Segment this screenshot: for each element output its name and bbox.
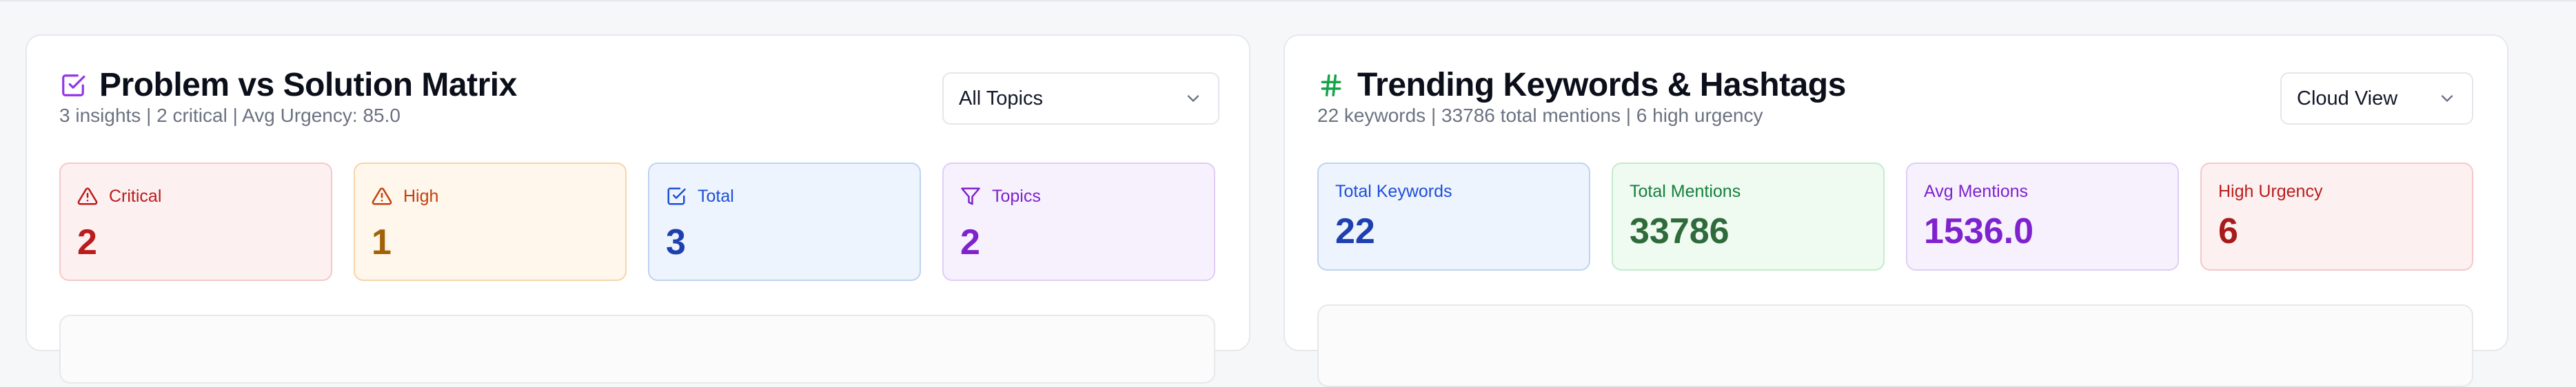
stat-value: 33786 (1630, 211, 1730, 251)
filter-icon (960, 186, 981, 207)
panel-subtitle: 22 keywords | 33786 total mentions | 6 h… (1317, 105, 1763, 126)
checkbox-icon (59, 72, 87, 99)
previous-card-edge (52, 0, 2527, 1)
stat-card-topics: Topics 2 (942, 163, 1215, 281)
top-divider (0, 0, 2576, 1)
checkbox-icon (666, 186, 687, 207)
stat-card-total-keywords: Total Keywords 22 (1317, 163, 1590, 271)
stat-label: Avg Mentions (1924, 182, 2029, 201)
panel-title: Problem vs Solution Matrix (99, 67, 517, 103)
stat-label: Topics (992, 186, 1041, 206)
panel-header: Trending Keywords & Hashtags (1317, 66, 1846, 105)
stat-card-high-urgency: High Urgency 6 (2200, 163, 2473, 271)
view-mode-value: Cloud View (2297, 87, 2398, 109)
stat-value: 2 (960, 222, 980, 262)
stat-value: 22 (1335, 211, 1375, 251)
chevron-down-icon (2437, 89, 2457, 108)
alert-triangle-icon (372, 186, 392, 207)
chevron-down-icon (1184, 89, 1203, 108)
stat-card-high: High 1 (354, 163, 627, 281)
stat-card-avg-mentions: Avg Mentions 1536.0 (1906, 163, 2179, 271)
stat-value: 2 (77, 222, 97, 262)
stat-label: Total Mentions (1630, 182, 1741, 201)
view-mode-select[interactable]: Cloud View (2280, 72, 2473, 125)
trending-keywords-panel: Trending Keywords & Hashtags 22 keywords… (1284, 34, 2508, 387)
hash-icon (1317, 72, 1345, 99)
stat-card-total-mentions: Total Mentions 33786 (1612, 163, 1885, 271)
panel-title: Trending Keywords & Hashtags (1357, 67, 1846, 103)
topic-filter-value: All Topics (959, 87, 1043, 109)
stat-label: Critical (109, 186, 162, 206)
stat-label: High Urgency (2218, 182, 2323, 201)
stat-label: Total Keywords (1335, 182, 1452, 201)
problem-solution-matrix-panel: Problem vs Solution Matrix 3 insights | … (26, 34, 1250, 384)
topic-filter-select[interactable]: All Topics (942, 72, 1219, 125)
stat-value: 1536.0 (1924, 211, 2034, 251)
stat-label: High (403, 186, 439, 206)
panel-header: Problem vs Solution Matrix (59, 66, 517, 105)
panel-subtitle: 3 insights | 2 critical | Avg Urgency: 8… (59, 105, 400, 126)
stat-card-critical: Critical 2 (59, 163, 332, 281)
stat-value: 6 (2218, 211, 2238, 251)
alert-triangle-icon (77, 186, 98, 207)
stat-card-total: Total 3 (648, 163, 921, 281)
matrix-content-card (59, 315, 1215, 384)
stat-value: 1 (372, 222, 392, 262)
stat-value: 3 (666, 222, 686, 262)
keyword-cloud-card (1317, 304, 2473, 387)
stat-label: Total (698, 186, 734, 206)
